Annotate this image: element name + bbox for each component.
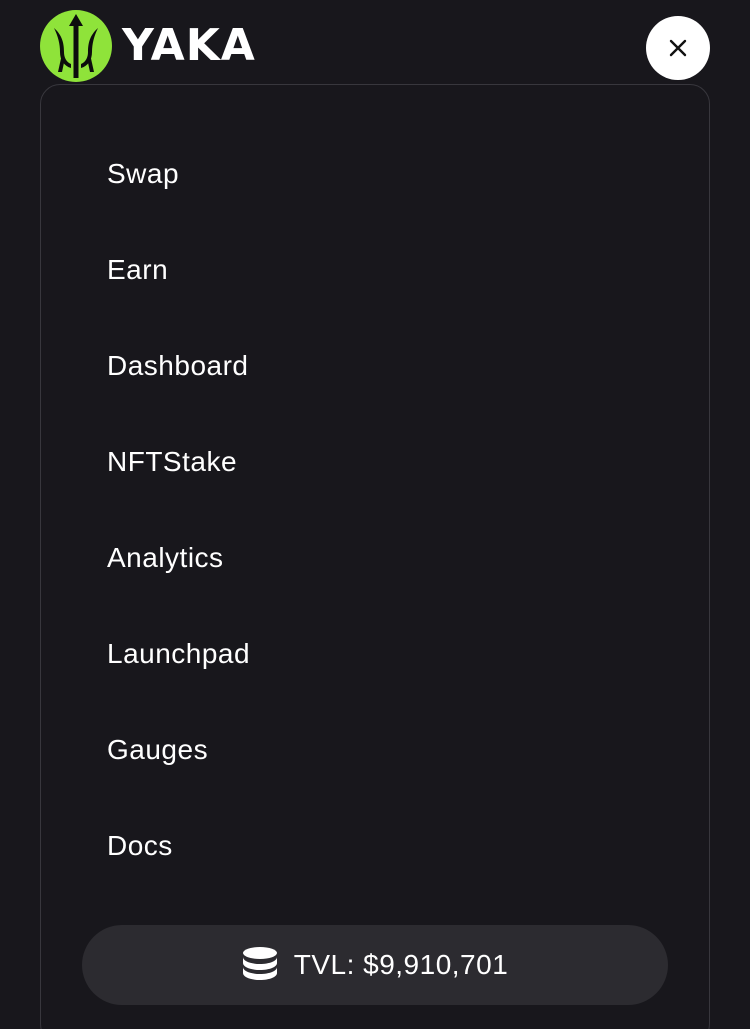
brand-name: YAKA: [122, 20, 256, 71]
menu-item-swap[interactable]: Swap: [107, 141, 250, 237]
navigation-menu: Swap Earn Dashboard NFTStake Analytics L…: [107, 141, 250, 909]
menu-item-launchpad[interactable]: Launchpad: [107, 621, 250, 717]
menu-item-dashboard[interactable]: Dashboard: [107, 333, 250, 429]
database-coins-icon: [242, 947, 277, 980]
header: YAKA: [0, 0, 750, 90]
menu-item-docs[interactable]: Docs: [107, 813, 250, 909]
menu-item-analytics[interactable]: Analytics: [107, 525, 250, 621]
menu-item-gauges[interactable]: Gauges: [107, 717, 250, 813]
mobile-menu-page: YAKA Swap Earn Dashboard NFTStake Analyt…: [0, 0, 750, 1029]
trident-logo-icon: [40, 10, 112, 82]
menu-item-nftstake[interactable]: NFTStake: [107, 429, 250, 525]
close-icon: [669, 39, 687, 57]
brand-logo[interactable]: YAKA: [40, 10, 256, 82]
menu-item-earn[interactable]: Earn: [107, 237, 250, 333]
tvl-badge: TVL: $9,910,701: [82, 925, 668, 1005]
navigation-menu-panel: Swap Earn Dashboard NFTStake Analytics L…: [40, 84, 710, 1029]
close-menu-button[interactable]: [646, 16, 710, 80]
tvl-value: TVL: $9,910,701: [293, 949, 509, 980]
